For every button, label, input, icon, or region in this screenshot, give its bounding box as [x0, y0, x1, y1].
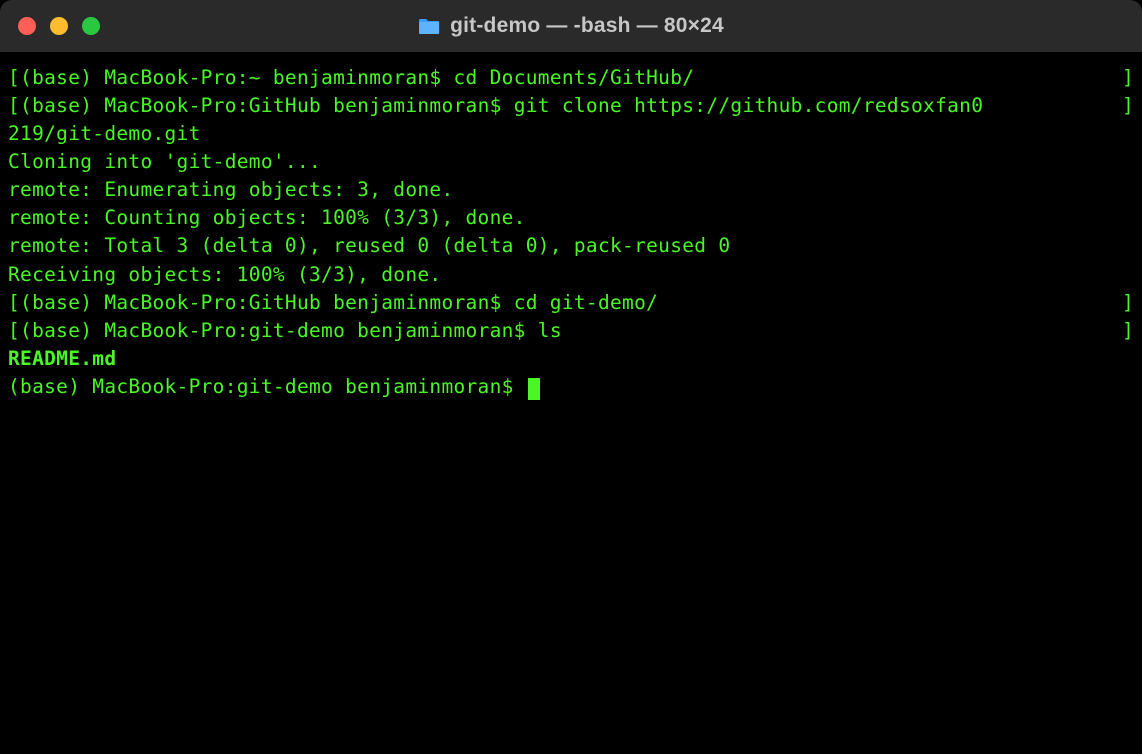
traffic-lights [18, 17, 100, 35]
command-continuation: 219/git-demo.git [8, 122, 201, 145]
minimize-button[interactable] [50, 17, 68, 35]
titlebar: git-demo — -bash — 80×24 [0, 0, 1142, 52]
output: Cloning into 'git-demo'... [8, 150, 321, 173]
right-bracket: ] [1122, 64, 1134, 92]
terminal-line: remote: Counting objects: 100% (3/3), do… [8, 204, 1134, 232]
prompt: (base) MacBook-Pro:git-demo benjaminmora… [8, 375, 526, 398]
output: remote: Total 3 (delta 0), reused 0 (del… [8, 234, 730, 257]
terminal-line: Cloning into 'git-demo'... [8, 148, 1134, 176]
prompt: (base) MacBook-Pro:GitHub benjaminmoran$ [20, 291, 514, 314]
terminal-line: remote: Total 3 (delta 0), reused 0 (del… [8, 232, 1134, 260]
terminal-line: Receiving objects: 100% (3/3), done. [8, 261, 1134, 289]
prompt: (base) MacBook-Pro:git-demo benjaminmora… [20, 319, 538, 342]
prompt: (base) MacBook-Pro:~ benjaminmoran$ [20, 66, 453, 89]
cursor [528, 378, 540, 400]
terminal-line: README.md [8, 345, 1134, 373]
left-bracket: [ [8, 319, 20, 342]
prompt: (base) MacBook-Pro:GitHub benjaminmoran$ [20, 94, 514, 117]
window-title: git-demo — -bash — 80×24 [450, 14, 724, 38]
left-bracket: [ [8, 94, 20, 117]
folder-icon [418, 17, 440, 35]
left-bracket: [ [8, 291, 20, 314]
terminal-line: [(base) MacBook-Pro:~ benjaminmoran$ cd … [8, 64, 1134, 92]
terminal-line: remote: Enumerating objects: 3, done. [8, 176, 1134, 204]
maximize-button[interactable] [82, 17, 100, 35]
right-bracket: ] [1122, 289, 1134, 317]
command: ls [538, 319, 562, 342]
output: Receiving objects: 100% (3/3), done. [8, 263, 441, 286]
command: cd git-demo/ [514, 291, 658, 314]
terminal-line: 219/git-demo.git [8, 120, 1134, 148]
terminal-line: [(base) MacBook-Pro:git-demo benjaminmor… [8, 317, 1134, 345]
right-bracket: ] [1122, 317, 1134, 345]
terminal-line: (base) MacBook-Pro:git-demo benjaminmora… [8, 373, 1134, 401]
output: README.md [8, 347, 116, 370]
command: git clone https://github.com/redsoxfan0 [514, 94, 984, 117]
output: remote: Enumerating objects: 3, done. [8, 178, 453, 201]
terminal-body[interactable]: [(base) MacBook-Pro:~ benjaminmoran$ cd … [0, 52, 1142, 754]
window-title-wrap: git-demo — -bash — 80×24 [418, 14, 724, 38]
output: remote: Counting objects: 100% (3/3), do… [8, 206, 526, 229]
close-button[interactable] [18, 17, 36, 35]
terminal-line: [(base) MacBook-Pro:GitHub benjaminmoran… [8, 289, 1134, 317]
left-bracket: [ [8, 66, 20, 89]
terminal-line: [(base) MacBook-Pro:GitHub benjaminmoran… [8, 92, 1134, 120]
right-bracket: ] [1122, 92, 1134, 120]
command: cd Documents/GitHub/ [454, 66, 695, 89]
terminal-window: git-demo — -bash — 80×24 [(base) MacBook… [0, 0, 1142, 754]
